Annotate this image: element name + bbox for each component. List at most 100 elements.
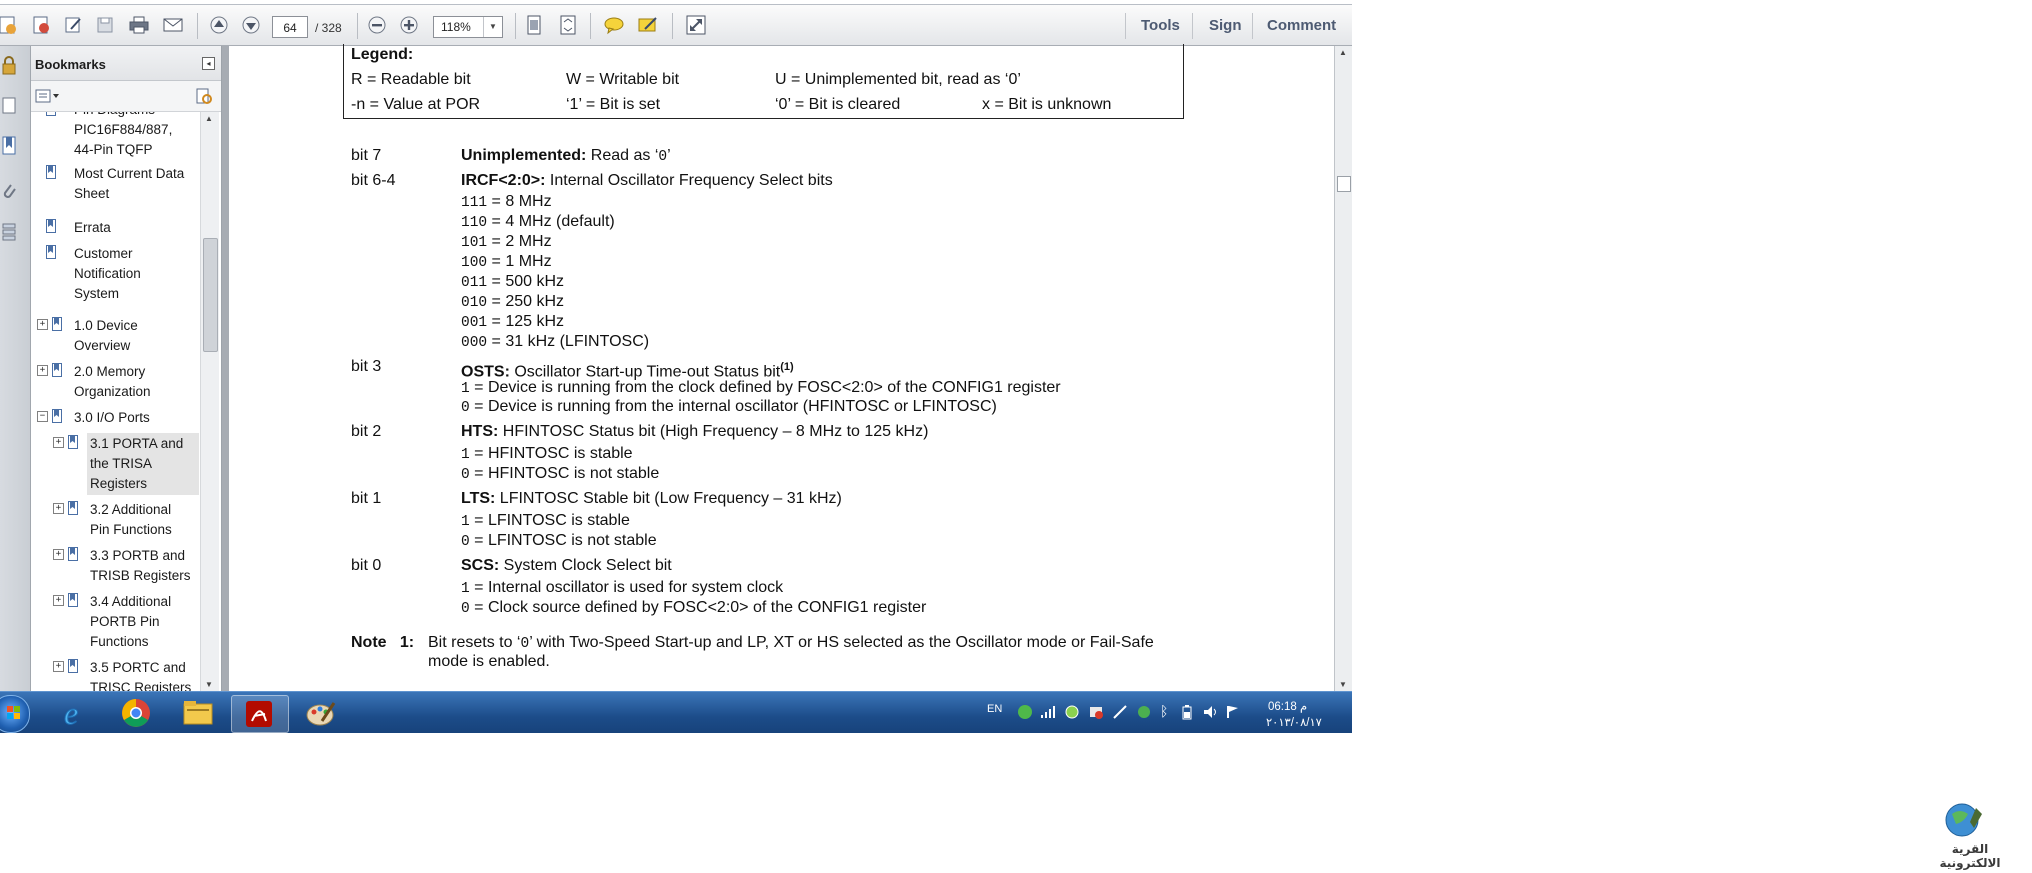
bookmark-item-memory-organization[interactable]: 2.0 Memory Organization [74, 362, 151, 402]
bookmark-item-io-ports[interactable]: 3.0 I/O Ports [74, 408, 150, 428]
bookmark-item-porta-trisa[interactable]: 3.1 PORTA and the TRISA Registers [90, 434, 183, 494]
bit7-description: Unimplemented: Read as ‘0’ [461, 146, 671, 167]
bookmarks-scrollbar[interactable]: ▲ ▼ [200, 112, 219, 691]
code-value: 0 [520, 636, 530, 652]
bookmark-item-most-current-data-sheet[interactable]: Most Current Data Sheet [74, 164, 184, 204]
print-icon[interactable] [126, 13, 152, 37]
acrobat-reader-icon[interactable] [231, 695, 289, 733]
paint-icon[interactable] [292, 695, 348, 731]
bookmark-item-pin-diagrams[interactable]: Pin Diagrams – PIC16F884/887, 44-Pin TQF… [74, 112, 172, 160]
bit1-label: bit 1 [351, 490, 382, 507]
expand-icon[interactable]: + [53, 661, 64, 672]
field-desc: ’ [667, 147, 671, 164]
bookmark-item-portc-trisc[interactable]: 3.5 PORTC and TRISC Registers [90, 658, 191, 691]
email-icon[interactable] [160, 13, 186, 37]
zoom-in-icon[interactable] [396, 13, 422, 37]
bookmark-label: Overview [74, 338, 131, 353]
bit-option: 0 = Device is running from the internal … [461, 397, 997, 418]
highlight-icon[interactable] [635, 13, 661, 37]
option-text: = 8 MHz [487, 193, 552, 210]
scrollbar-thumb[interactable] [203, 238, 218, 352]
bookmark-item-customer-notification[interactable]: Customer Notification System [74, 244, 141, 304]
bookmark-label: Notification [74, 266, 141, 281]
expand-icon[interactable]: + [53, 437, 64, 448]
open-file-icon[interactable] [28, 13, 54, 37]
bookmarks-title: Bookmarks [35, 57, 106, 72]
expand-icon[interactable]: + [53, 595, 64, 606]
file-explorer-icon[interactable] [170, 695, 226, 731]
fit-page-icon[interactable] [521, 13, 547, 37]
bookmark-item-errata[interactable]: Errata [74, 218, 111, 238]
save-icon[interactable] [92, 13, 118, 37]
bookmark-label: Organization [74, 384, 151, 399]
scroll-down-icon[interactable]: ▼ [205, 680, 213, 689]
lock-icon[interactable] [2, 56, 18, 76]
chrome-icon[interactable] [108, 695, 164, 731]
chevron-down-icon[interactable]: ▼ [483, 17, 502, 37]
collapse-panel-icon[interactable]: ◂ [202, 57, 215, 70]
bookmark-label: 44-Pin TQFP [74, 142, 153, 157]
sign-button[interactable]: Sign [1209, 13, 1242, 39]
action-center-flag-icon[interactable] [1226, 704, 1240, 725]
page-thumbnails-icon[interactable] [2, 96, 18, 116]
bluetooth-icon[interactable]: ᛒ [1160, 703, 1168, 719]
bookmark-item-additional-portb[interactable]: 3.4 Additional PORTB Pin Functions [90, 592, 171, 652]
document-scrollbar[interactable]: ▲ ▼ [1334, 46, 1352, 691]
expand-icon[interactable]: + [53, 503, 64, 514]
clock-time[interactable]: 06:18 م [1268, 699, 1307, 713]
volume-icon[interactable] [1202, 704, 1218, 725]
sticky-note-icon[interactable] [601, 13, 627, 37]
bookmark-label: PIC16F884/887, [74, 122, 173, 137]
code-value: 101 [461, 235, 488, 251]
bookmark-label: Most Current Data [74, 166, 185, 181]
bookmark-label: 3.0 I/O Ports [74, 410, 150, 425]
comment-button[interactable]: Comment [1267, 13, 1336, 39]
code-value: 0 [461, 534, 470, 550]
create-icon[interactable] [0, 13, 20, 37]
edit-icon[interactable] [60, 13, 86, 37]
scroll-up-icon[interactable]: ▲ [205, 114, 213, 123]
svg-text:e: e [64, 695, 78, 731]
layers-icon[interactable] [2, 222, 18, 242]
find-bookmark-icon[interactable] [195, 88, 213, 104]
field-name: IRCF<2:0>: [461, 172, 546, 189]
scrollbar-thumb[interactable] [1337, 176, 1351, 192]
scroll-down-icon[interactable]: ▼ [1339, 680, 1347, 689]
info-icon[interactable] [1018, 705, 1032, 719]
tools-button[interactable]: Tools [1141, 13, 1180, 39]
bookmark-item-device-overview[interactable]: 1.0 Device Overview [74, 316, 138, 356]
language-indicator[interactable]: EN [987, 703, 1002, 715]
network-icon[interactable] [1064, 704, 1080, 725]
update-icon[interactable] [1136, 704, 1152, 725]
collapse-icon[interactable]: − [37, 411, 48, 422]
options-menu-icon[interactable] [35, 88, 61, 104]
expand-icon[interactable]: + [37, 365, 48, 376]
zoom-select[interactable]: 118% ▼ [433, 16, 503, 38]
expand-icon[interactable]: + [53, 549, 64, 560]
signal-icon[interactable] [1040, 705, 1056, 724]
page-number-input[interactable]: 64 [272, 16, 308, 38]
bookmark-item-portb-trisb[interactable]: 3.3 PORTB and TRISB Registers [90, 546, 191, 586]
previous-page-icon[interactable] [206, 13, 232, 37]
zoom-out-icon[interactable] [364, 13, 390, 37]
scroll-up-icon[interactable]: ▲ [1339, 48, 1347, 57]
next-page-icon[interactable] [238, 13, 264, 37]
start-button[interactable] [0, 695, 30, 733]
bit-option: 1 = HFINTOSC is stable [461, 444, 633, 465]
field-name: HTS: [461, 423, 499, 440]
clock-date[interactable]: ٢٠١٣/٠٨/١٧ [1266, 715, 1322, 729]
bookmarks-tab-icon[interactable] [2, 136, 18, 156]
attachments-icon[interactable] [2, 181, 18, 201]
fit-width-icon[interactable] [555, 13, 581, 37]
security-icon[interactable] [1088, 704, 1104, 725]
option-text: = 4 MHz (default) [487, 213, 615, 230]
legend-unimplemented: U = Unimplemented bit, read as ‘0’ [775, 71, 1021, 88]
battery-icon[interactable] [1180, 704, 1194, 725]
expand-icon[interactable] [683, 13, 709, 37]
option-text: = LFINTOSC is stable [469, 512, 630, 529]
bookmark-icon [52, 409, 62, 423]
internet-explorer-icon[interactable]: e [46, 695, 102, 732]
tool-icon[interactable] [1112, 704, 1128, 725]
bookmark-item-additional-pin-functions[interactable]: 3.2 Additional Pin Functions [90, 500, 172, 540]
expand-icon[interactable]: + [37, 319, 48, 330]
